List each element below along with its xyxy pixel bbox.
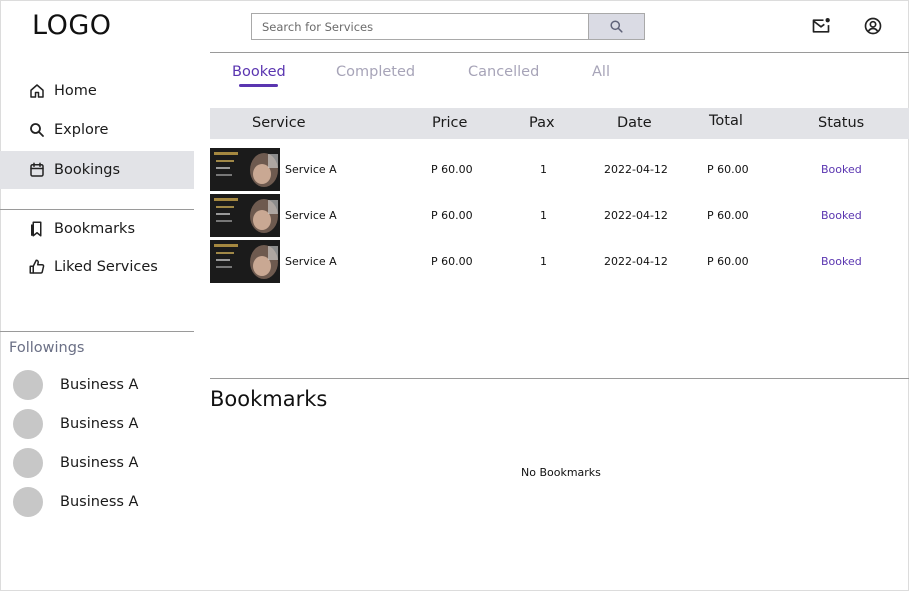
following-item[interactable]: Business A (13, 409, 193, 439)
followings-title: Followings (9, 340, 85, 356)
section-divider (210, 378, 909, 379)
sidebar-divider (0, 331, 194, 332)
following-name: Business A (60, 494, 139, 510)
service-price: P 60.00 (431, 255, 473, 268)
following-item[interactable]: Business A (13, 370, 193, 400)
table-row[interactable]: Service A P 60.00 1 2022-04-12 P 60.00 B… (210, 240, 909, 283)
empty-state-text: No Bookmarks (521, 466, 601, 479)
account-icon[interactable] (863, 16, 883, 36)
service-name: Service A (285, 209, 337, 222)
sidebar-item-label: Liked Services (54, 259, 158, 275)
avatar (13, 487, 43, 517)
logo[interactable]: LOGO (32, 10, 112, 41)
search-bar (251, 13, 645, 40)
booking-date: 2022-04-12 (604, 255, 668, 268)
avatar (13, 370, 43, 400)
following-item[interactable]: Business A (13, 487, 193, 517)
following-name: Business A (60, 377, 139, 393)
table-row[interactable]: Service A P 60.00 1 2022-04-12 P 60.00 B… (210, 148, 909, 191)
sidebar-item-bookings[interactable]: Bookings (0, 151, 194, 189)
search-icon (30, 123, 44, 137)
sidebar-item-label: Bookings (54, 162, 121, 178)
status-badge[interactable]: Booked (821, 255, 862, 268)
tab-booked[interactable]: Booked (232, 64, 286, 80)
column-header-price: Price (432, 115, 468, 131)
column-header-service: Service (252, 115, 306, 131)
header-divider (210, 52, 909, 53)
following-name: Business A (60, 416, 139, 432)
tab-all[interactable]: All (592, 64, 610, 80)
column-header-date: Date (617, 115, 652, 131)
bookmarks-section-title: Bookmarks (210, 387, 328, 411)
search-input[interactable] (251, 13, 588, 40)
column-header-total: Total (709, 113, 743, 129)
service-name: Service A (285, 163, 337, 176)
tab-completed[interactable]: Completed (336, 64, 415, 80)
service-name: Service A (285, 255, 337, 268)
thumbs-up-icon (29, 259, 45, 274)
table-header: Service Price Pax Date Total Status (210, 108, 909, 139)
status-badge[interactable]: Booked (821, 163, 862, 176)
booking-total: P 60.00 (707, 255, 749, 268)
avatar (13, 409, 43, 439)
tab-cancelled[interactable]: Cancelled (468, 64, 539, 80)
service-pax: 1 (540, 163, 547, 176)
service-thumbnail (210, 240, 280, 283)
sidebar-item-label: Home (54, 83, 97, 99)
search-button[interactable] (588, 13, 645, 40)
calendar-icon (30, 162, 44, 177)
active-tab-indicator (239, 84, 278, 87)
column-header-pax: Pax (529, 115, 555, 131)
table-row[interactable]: Service A P 60.00 1 2022-04-12 P 60.00 B… (210, 194, 909, 237)
sidebar-item-liked-services[interactable]: Liked Services (0, 248, 194, 286)
following-item[interactable]: Business A (13, 448, 193, 478)
booking-date: 2022-04-12 (604, 163, 668, 176)
sidebar-item-home[interactable]: Home (0, 72, 194, 110)
avatar (13, 448, 43, 478)
service-pax: 1 (540, 255, 547, 268)
bookmark-icon (31, 221, 42, 237)
sidebar-item-bookmarks[interactable]: Bookmarks (0, 210, 194, 248)
service-thumbnail (210, 148, 280, 191)
sidebar-item-explore[interactable]: Explore (0, 111, 194, 149)
booking-total: P 60.00 (707, 163, 749, 176)
status-badge[interactable]: Booked (821, 209, 862, 222)
service-thumbnail (210, 194, 280, 237)
booking-date: 2022-04-12 (604, 209, 668, 222)
following-name: Business A (60, 455, 139, 471)
booking-total: P 60.00 (707, 209, 749, 222)
service-pax: 1 (540, 209, 547, 222)
service-price: P 60.00 (431, 163, 473, 176)
column-header-status: Status (818, 115, 865, 131)
sidebar-item-label: Bookmarks (54, 221, 136, 237)
home-icon (30, 84, 44, 98)
mail-notification-icon[interactable] (811, 16, 831, 36)
search-icon (610, 20, 623, 33)
service-price: P 60.00 (431, 209, 473, 222)
sidebar-item-label: Explore (54, 122, 109, 138)
